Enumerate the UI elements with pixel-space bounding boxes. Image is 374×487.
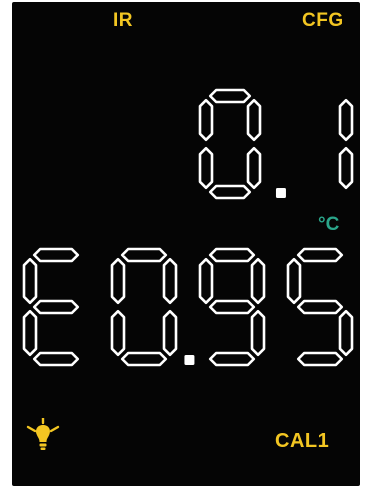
decimal-point: [275, 188, 286, 198]
digit-1: [338, 98, 354, 190]
digit-2: [198, 247, 266, 367]
digit-1: [110, 247, 178, 367]
meter-frame: IR CFG °C CAL1: [0, 0, 374, 487]
temperature-unit: °C: [318, 214, 340, 235]
emissivity-readout: [22, 247, 354, 367]
temperature-readout: [198, 88, 354, 200]
calibration-indicator: CAL1: [275, 430, 330, 452]
ir-mode-indicator: IR: [113, 10, 133, 31]
lcd-screen: [12, 2, 360, 486]
decimal-point: [184, 355, 195, 365]
digit-0: [198, 88, 262, 200]
cfg-indicator: CFG: [302, 10, 344, 31]
digit-0: [22, 247, 80, 367]
digit-3: [286, 247, 354, 367]
lightbulb-icon: [26, 418, 60, 450]
